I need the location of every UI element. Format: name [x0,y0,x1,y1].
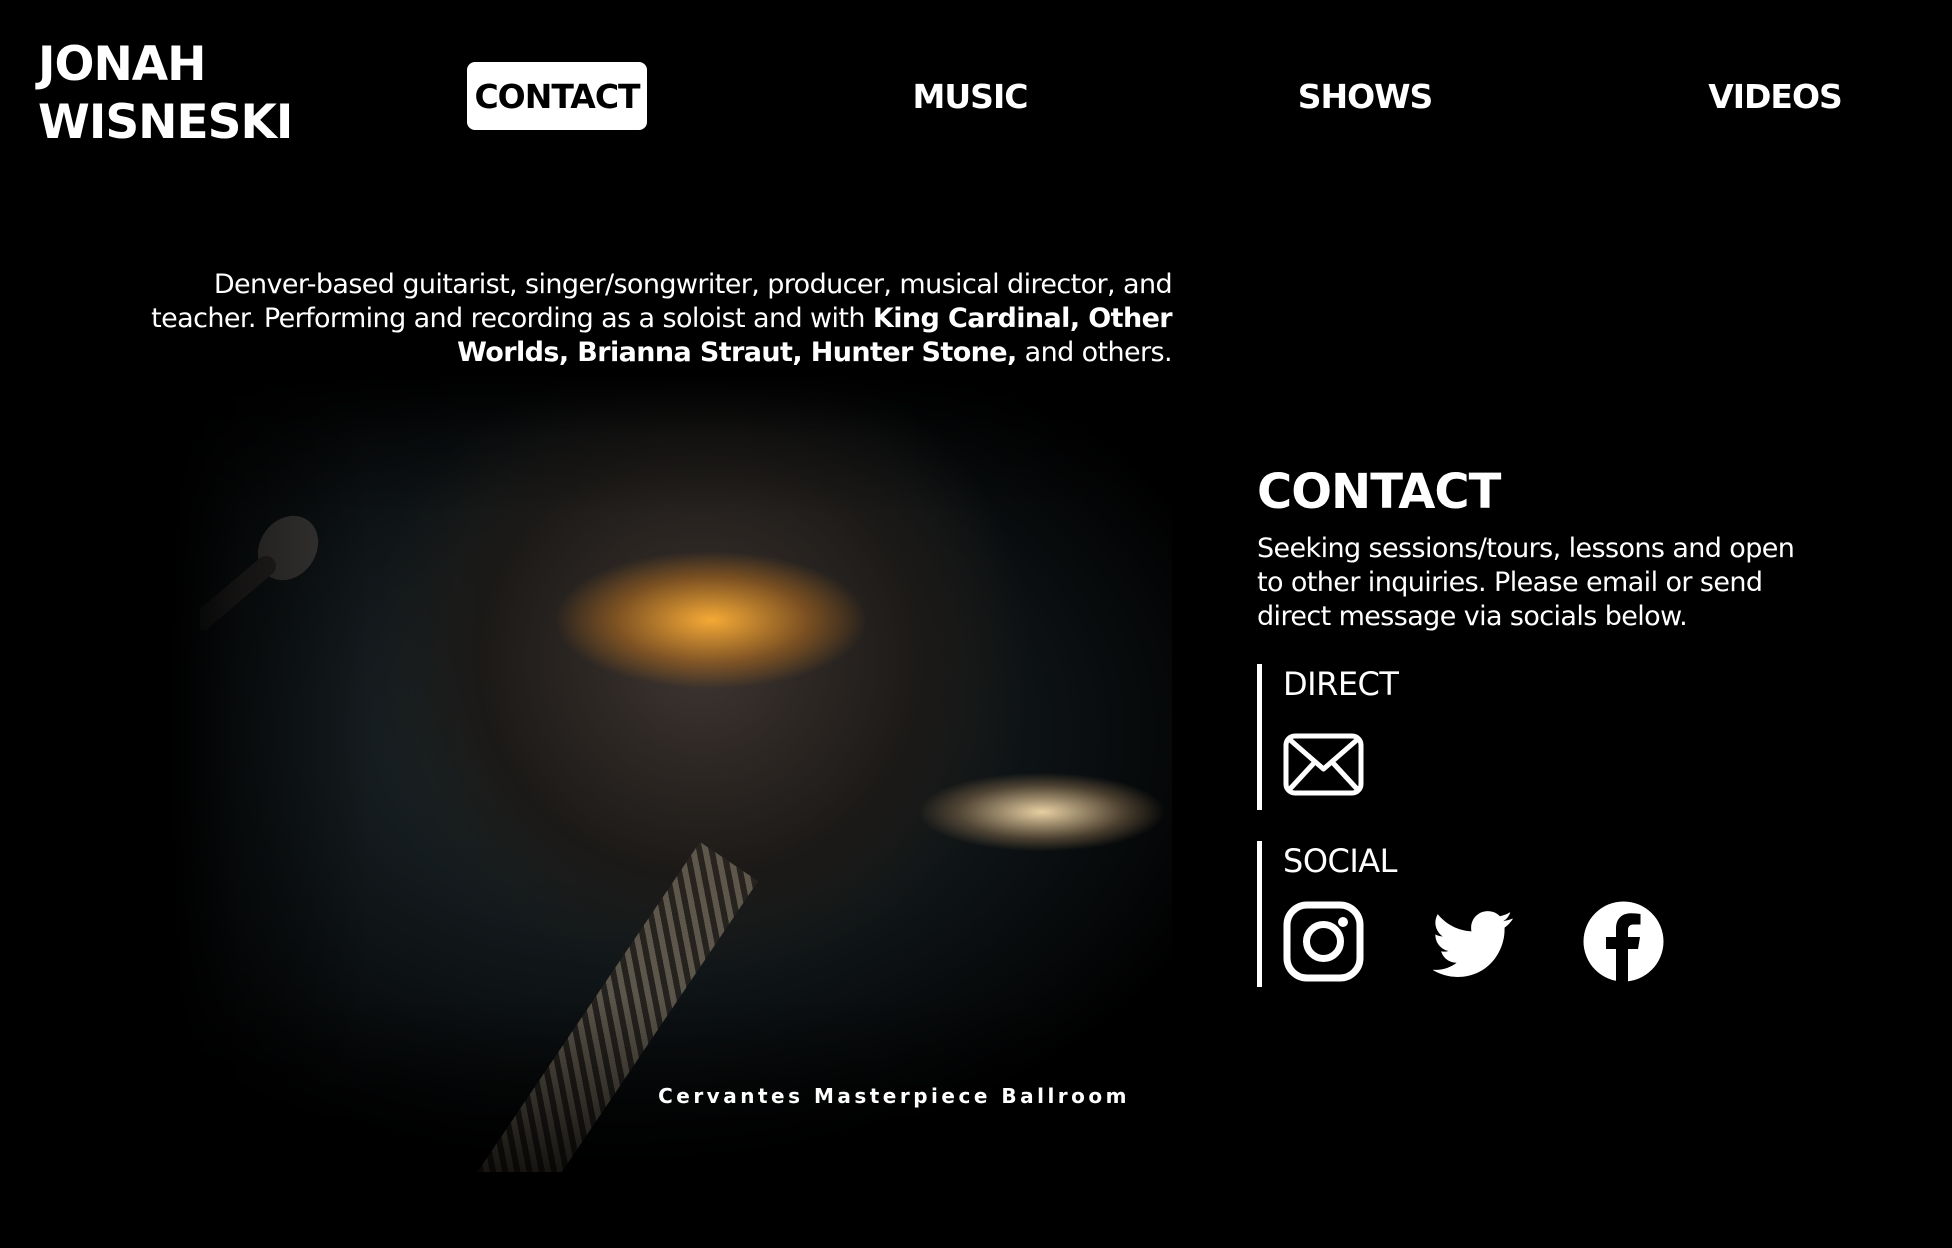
direct-icons [1283,724,1398,805]
site-name-line2: WISNESKI [38,95,293,150]
social-group: SOCIAL [1257,841,1664,987]
social-label: SOCIAL [1283,842,1398,880]
nav-music[interactable]: MUSIC [895,62,1045,130]
instagram-icon[interactable] [1283,901,1364,982]
intro-text-end: and others. [1016,337,1173,368]
contact-description: Seeking sessions/tours, lessons and open… [1257,533,1795,632]
performer-photo: Cervantes Masterpiece Ballroom [170,372,1172,1172]
contact-section: CONTACT Seeking sessions/tours, lessons … [1257,462,1857,634]
twitter-icon[interactable] [1433,901,1514,982]
contact-heading: CONTACT [1257,464,1501,520]
direct-group: DIRECT [1257,664,1399,810]
photo-vignette [170,372,1172,1172]
nav-contact[interactable]: CONTACT [467,62,647,130]
social-icons [1283,901,1664,982]
photo-caption: Cervantes Masterpiece Ballroom [658,1084,1130,1108]
facebook-icon[interactable] [1583,901,1664,982]
envelope-icon[interactable] [1283,724,1364,805]
page: JONAH WISNESKI CONTACT MUSIC SHOWS VIDEO… [0,0,1952,1248]
site-logo[interactable]: JONAH WISNESKI [38,36,293,152]
direct-label: DIRECT [1283,665,1399,703]
nav-shows[interactable]: SHOWS [1290,62,1440,130]
intro-text: Denver-based guitarist, singer/songwrite… [110,268,1172,370]
nav-videos[interactable]: VIDEOS [1700,62,1850,130]
site-name-line1: JONAH [38,37,207,92]
